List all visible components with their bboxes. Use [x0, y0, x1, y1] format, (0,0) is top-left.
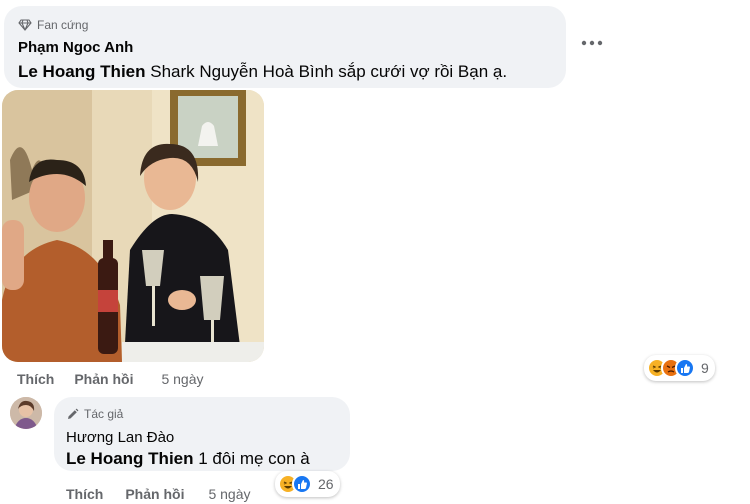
- comment-photo[interactable]: [2, 90, 264, 362]
- comment-actions-2: Thích Phản hồi 5 ngày: [66, 486, 251, 502]
- like-icon: [675, 358, 695, 378]
- mention-link[interactable]: Le Hoang Thien: [66, 449, 194, 468]
- comment-body: Shark Nguyễn Hoà Bình sắp cưới vợ rồi Bạ…: [150, 62, 508, 81]
- badge-label: Tác giả: [84, 407, 124, 421]
- reaction-summary-2[interactable]: 26: [275, 471, 340, 497]
- avatar[interactable]: [10, 397, 42, 429]
- badge-label: Fan cứng: [37, 18, 89, 32]
- like-icon: [292, 474, 312, 494]
- comment-bubble-1: Fan cứng Phạm Ngoc Anh Le Hoang Thien Sh…: [4, 6, 566, 88]
- more-options-icon[interactable]: [580, 36, 604, 52]
- like-button[interactable]: Thích: [17, 371, 54, 387]
- comment-timestamp[interactable]: 5 ngày: [161, 371, 203, 387]
- author-badge: Tác giả: [66, 407, 123, 421]
- mention-link[interactable]: Le Hoang Thien: [18, 62, 146, 81]
- reply-button[interactable]: Phản hồi: [74, 371, 133, 387]
- photo-image: [2, 90, 264, 362]
- reaction-summary-1[interactable]: 9: [644, 355, 715, 381]
- like-button[interactable]: Thích: [66, 486, 103, 502]
- comment-body: 1 đôi mẹ con à: [198, 449, 310, 468]
- comment-bubble-2: Tác giả Hương Lan Đào Le Hoang Thien 1 đ…: [54, 397, 350, 471]
- fan-badge: Fan cứng: [18, 18, 88, 32]
- comment-author[interactable]: Hương Lan Đào: [66, 429, 174, 446]
- reaction-count: 9: [701, 360, 709, 376]
- comment-text: Le Hoang Thien Shark Nguyễn Hoà Bình sắp…: [18, 62, 507, 82]
- pencil-icon: [68, 408, 79, 419]
- comment-text: Le Hoang Thien 1 đôi mẹ con à: [66, 449, 310, 469]
- comment-author[interactable]: Phạm Ngoc Anh: [18, 39, 133, 56]
- comment-timestamp[interactable]: 5 ngày: [208, 486, 250, 502]
- comment-actions-1: Thích Phản hồi 5 ngày: [17, 371, 204, 387]
- reply-button[interactable]: Phản hồi: [125, 486, 184, 502]
- diamond-icon: [18, 19, 32, 31]
- reaction-count: 26: [318, 476, 334, 492]
